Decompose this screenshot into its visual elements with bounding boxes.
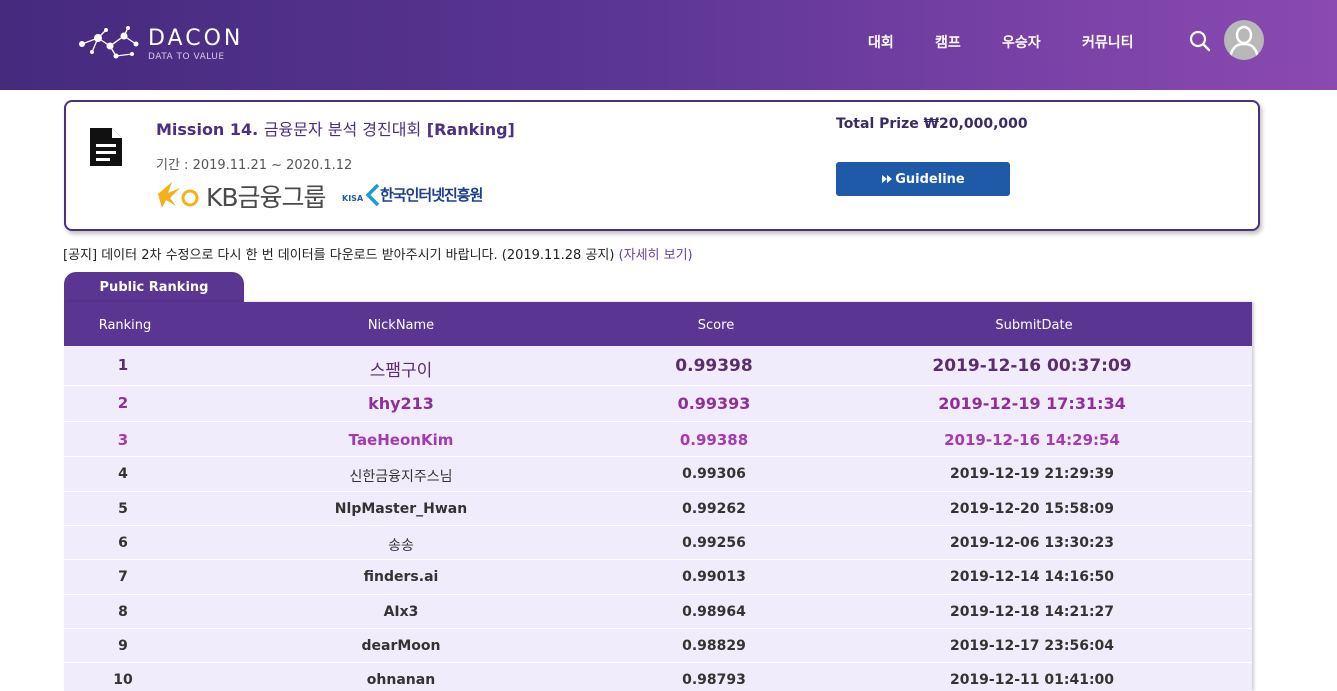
rank-cell: 4	[118, 466, 128, 482]
date-cell: 2019-12-14 14:16:50	[949, 569, 1115, 585]
user-avatar[interactable]	[1224, 20, 1264, 60]
top-header: DACON DATA TO VALUE 대회 캠프 우승자 커뮤니티	[0, 0, 1337, 90]
nickname-cell: finders.ai	[363, 569, 439, 585]
nickname-cell: 신한금융지주스님	[349, 469, 453, 485]
header-nickname: NickName	[367, 318, 435, 333]
nickname-cell: 송송	[388, 538, 414, 554]
mission-name: 금융문자 분석 경진대회	[263, 120, 422, 139]
ranking-table: Ranking NickName Score SubmitDate 1 스팸구이 0…	[64, 302, 1252, 691]
table-row: 6 송송 0.99256 2019-12-06 13:30:23	[64, 526, 1252, 560]
nickname-cell: 스팸구이	[369, 361, 433, 381]
notice-more-link[interactable]: (자세히 보기)	[619, 248, 693, 263]
score-cell: 0.99256	[682, 535, 746, 551]
header-ranking: Ranking	[98, 318, 152, 333]
nav-competition[interactable]: 대회	[868, 32, 894, 52]
logo-text: DACON	[148, 26, 244, 51]
rank-cell: 5	[118, 501, 128, 517]
nickname-cell: NlpMaster_Hwan	[334, 501, 468, 517]
document-icon	[90, 128, 122, 166]
score-cell: 0.99013	[682, 569, 746, 585]
rank-cell: 2	[117, 394, 129, 412]
guideline-button[interactable]: Guideline	[836, 162, 1010, 196]
score-cell: 0.99306	[682, 466, 746, 482]
network-logo-icon	[79, 26, 139, 59]
date-cell: 2019-12-20 15:58:09	[949, 501, 1115, 517]
score-cell: 0.99398	[675, 356, 753, 376]
table-row: 3 TaeHeonKim 0.99388 2019-12-16 14:29:54	[64, 422, 1252, 457]
header-submitdate: SubmitDate	[995, 318, 1073, 333]
date-cell: 2019-12-16 14:29:54	[944, 431, 1120, 449]
table-row: 10 ohnanan 0.98793 2019-12-11 01:41:00	[64, 663, 1252, 691]
score-cell: 0.99388	[679, 431, 749, 449]
mission-title: Mission 14. 금융문자 분석 경진대회 [Ranking]	[156, 116, 515, 140]
kb-star-logo-icon	[158, 182, 199, 208]
nickname-cell: khy213	[368, 394, 434, 413]
date-cell: 2019-12-19 17:31:34	[938, 394, 1126, 413]
table-row: 2 khy213 0.99393 2019-12-19 17:31:34	[64, 386, 1252, 422]
table-row: 1 스팸구이 0.99398 2019-12-16 00:37:09	[64, 346, 1252, 386]
sponsor-logos: KB금융그룹 KISA 한국인터넷진흥원	[156, 178, 516, 212]
ranking-label: [Ranking]	[426, 120, 515, 139]
table-row: 4 신한금융지주스님 0.99306 2019-12-19 21:29:39	[64, 457, 1252, 492]
date-cell: 2019-12-17 23:56:04	[949, 638, 1115, 654]
score-cell: 0.98829	[682, 638, 746, 654]
score-cell: 0.98793	[682, 672, 746, 688]
nickname-cell: AIx3	[383, 604, 419, 620]
logo-tagline: DATA TO VALUE	[148, 52, 225, 62]
nickname-cell: TaeHeonKim	[348, 431, 454, 449]
rank-cell: 10	[113, 672, 133, 688]
rank-cell: 1	[117, 356, 129, 374]
date-cell: 2019-12-18 14:21:27	[949, 604, 1115, 620]
table-row: 7 finders.ai 0.99013 2019-12-14 14:16:50	[64, 560, 1252, 595]
rank-cell: 9	[118, 638, 128, 654]
date-cell: 2019-12-19 21:29:39	[949, 466, 1115, 482]
notice-bar: [공지] 데이터 2차 수정으로 다시 한 번 데이터를 다운로드 받아주시기 …	[63, 244, 693, 263]
nav-community[interactable]: 커뮤니티	[1082, 32, 1134, 52]
fast-forward-icon	[882, 175, 893, 183]
nickname-cell: dearMoon	[361, 638, 441, 654]
kisa-logo: KISA 한국인터넷진흥원	[342, 179, 512, 209]
kisa-mark-icon	[365, 183, 380, 207]
total-prize: Total Prize ₩20,000,000	[836, 116, 1028, 132]
mission-period: 기간 : 2019.11.21 ~ 2020.1.12	[156, 158, 353, 173]
rank-cell: 7	[118, 569, 128, 585]
score-cell: 0.99262	[682, 501, 746, 517]
nav-camp[interactable]: 캠프	[935, 32, 961, 52]
dacon-logo[interactable]: DACON DATA TO VALUE	[76, 24, 266, 66]
date-cell: 2019-12-06 13:30:23	[949, 535, 1115, 551]
tab-public-ranking[interactable]: Public Ranking	[64, 272, 244, 302]
notice-text: [공지] 데이터 2차 수정으로 다시 한 번 데이터를 다운로드 받아주시기 …	[63, 248, 615, 263]
kisa-sponsor-name: 한국인터넷진흥원	[380, 186, 483, 204]
table-row: 9 dearMoon 0.98829 2019-12-17 23:56:04	[64, 629, 1252, 663]
rank-cell: 3	[117, 431, 129, 449]
score-cell: 0.98964	[682, 604, 746, 620]
table-row: 8 AIx3 0.98964 2019-12-18 14:21:27	[64, 595, 1252, 629]
table-header: Ranking NickName Score SubmitDate	[64, 302, 1252, 346]
date-cell: 2019-12-16 00:37:09	[932, 356, 1132, 376]
mission-number: Mission 14.	[156, 120, 259, 139]
table-row: 5 NlpMaster_Hwan 0.99262 2019-12-20 15:58:0…	[64, 492, 1252, 526]
guideline-label: Guideline	[895, 171, 965, 187]
rank-cell: 6	[118, 535, 128, 551]
rank-cell: 8	[118, 604, 128, 620]
mission-card: Mission 14. 금융문자 분석 경진대회 [Ranking] 기간 : …	[64, 100, 1260, 231]
nav-winners[interactable]: 우승자	[1002, 32, 1041, 52]
search-icon[interactable]	[1189, 30, 1211, 52]
kisa-abbrev: KISA	[342, 194, 364, 203]
user-icon	[1228, 25, 1260, 59]
score-cell: 0.99393	[677, 394, 751, 413]
header-score: Score	[697, 318, 735, 333]
date-cell: 2019-12-11 01:41:00	[949, 672, 1115, 688]
kb-sponsor-name: KB금융그룹	[206, 183, 327, 212]
nickname-cell: ohnanan	[366, 672, 436, 688]
